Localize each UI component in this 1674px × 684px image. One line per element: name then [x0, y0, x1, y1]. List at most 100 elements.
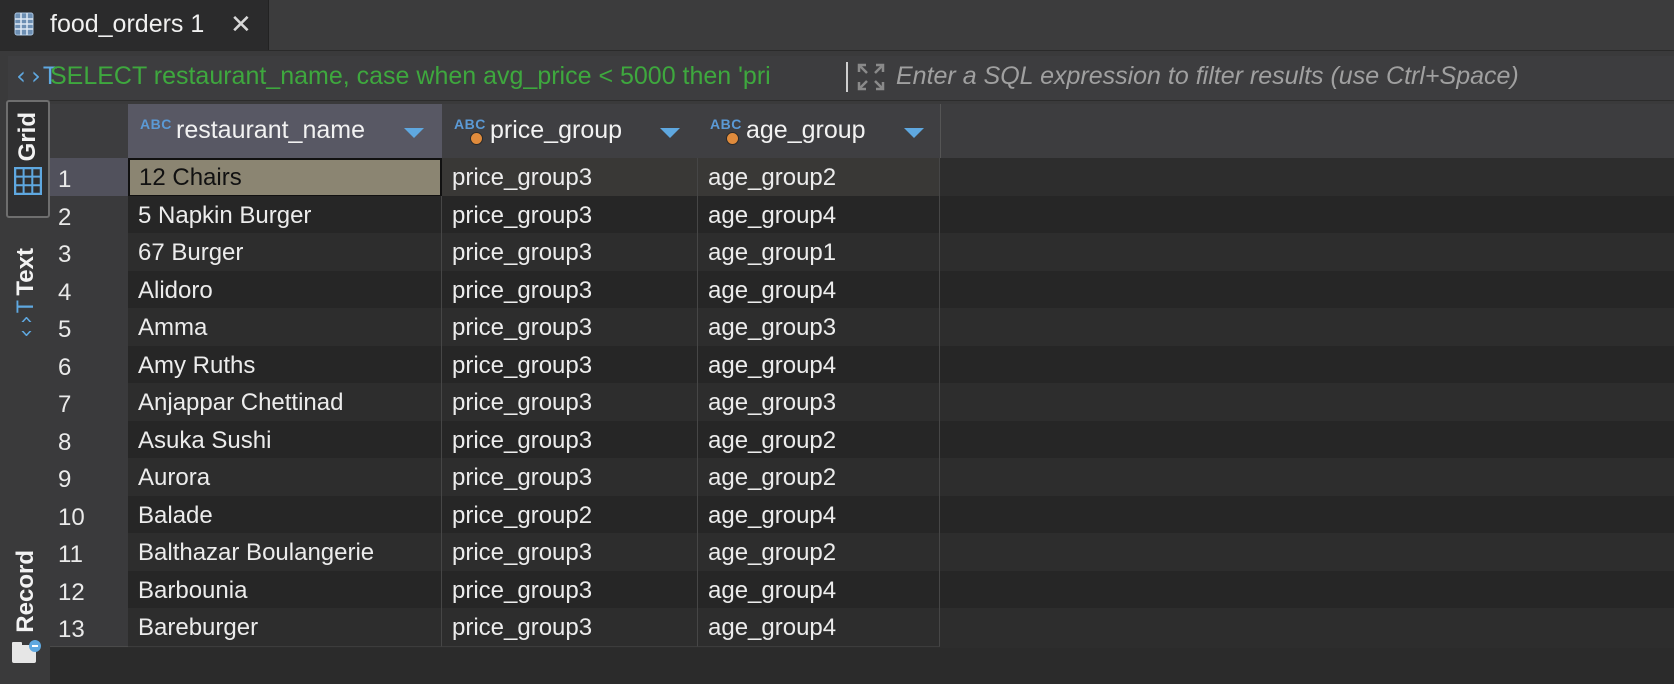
table-row[interactable]: 5 Amma price_group3 age_group3 — [50, 308, 1674, 348]
row-number[interactable]: 7 — [50, 383, 128, 422]
cell-age-group[interactable]: age_group2 — [698, 458, 940, 497]
cell-restaurant-name[interactable]: Amma — [128, 308, 442, 347]
cell-price-group[interactable]: price_group3 — [442, 608, 698, 647]
grid-corner[interactable] — [50, 104, 128, 158]
cell-price-group[interactable]: price_group3 — [442, 383, 698, 422]
cell-age-group[interactable]: age_group2 — [698, 533, 940, 572]
text-caret — [846, 62, 848, 92]
table-row[interactable]: 13 Bareburger price_group3 age_group4 — [50, 608, 1674, 648]
expand-icon[interactable] — [856, 62, 886, 92]
cell-restaurant-name[interactable]: Balade — [128, 495, 442, 535]
cell-restaurant-name[interactable]: 12 Chairs — [128, 158, 442, 197]
column-header-restaurant-name[interactable]: ABC restaurant_name — [128, 104, 443, 158]
table-row[interactable]: 1 12 Chairs price_group3 age_group2 — [50, 158, 1674, 198]
table-row[interactable]: 4 Alidoro price_group3 age_group4 — [50, 270, 1674, 311]
string-type-icon: ABC — [710, 116, 742, 132]
cell-price-group[interactable]: price_group3 — [442, 158, 698, 197]
column-title: age_group — [746, 116, 866, 144]
row-number[interactable]: 13 — [50, 608, 128, 647]
table-row[interactable]: 11 Balthazar Boulangerie price_group3 age_g… — [50, 533, 1674, 573]
row-number[interactable]: 8 — [50, 420, 128, 460]
table-row[interactable]: 6 Amy Ruths price_group3 age_group4 — [50, 345, 1674, 386]
tab-bar: food_orders 1 ✕ — [0, 0, 1674, 51]
cell-age-group[interactable]: age_group2 — [698, 420, 940, 460]
row-number[interactable]: 1 — [50, 158, 128, 197]
table-row[interactable]: 3 67 Burger price_group3 age_group1 — [50, 233, 1674, 273]
tab-record[interactable]: Record — [6, 550, 46, 678]
sql-query-text[interactable]: SELECT restaurant_name, case when avg_pr… — [50, 62, 840, 94]
cell-price-group[interactable]: price_group3 — [442, 570, 698, 610]
cell-price-group[interactable]: price_group3 — [442, 345, 698, 385]
filter-bar: ‹›T SELECT restaurant_name, case when av… — [8, 56, 1674, 101]
string-type-icon: ABC — [454, 116, 486, 132]
cell-age-group[interactable]: age_group3 — [698, 383, 940, 422]
cell-price-group[interactable]: price_group3 — [442, 533, 698, 572]
grid-icon — [14, 167, 42, 196]
cell-price-group[interactable]: price_group3 — [442, 195, 698, 235]
key-dot-icon — [726, 132, 739, 145]
cell-age-group[interactable]: age_group4 — [698, 495, 940, 535]
text-icon: ‹›T — [13, 299, 39, 340]
row-number[interactable]: 4 — [50, 270, 128, 310]
row-number[interactable]: 12 — [50, 570, 128, 610]
key-dot-icon — [470, 132, 483, 145]
table-row[interactable]: 7 Anjappar Chettinad price_group3 age_group… — [50, 383, 1674, 423]
table-icon — [14, 12, 34, 36]
table-row[interactable]: 9 Aurora price_group3 age_group2 — [50, 458, 1674, 498]
table-row[interactable]: 10 Balade price_group2 age_group4 — [50, 495, 1674, 536]
row-number[interactable]: 2 — [50, 195, 128, 235]
cell-price-group[interactable]: price_group3 — [442, 308, 698, 347]
cell-restaurant-name[interactable]: Anjappar Chettinad — [128, 383, 442, 422]
table-row[interactable]: 25 Napkin Burger price_group3 age_group4 — [50, 195, 1674, 236]
cell-age-group[interactable]: age_group3 — [698, 308, 940, 347]
tab-grid[interactable]: Grid — [6, 100, 50, 218]
cell-age-group[interactable]: age_group4 — [698, 570, 940, 610]
record-label: Record — [12, 550, 39, 633]
filter-input[interactable]: Enter a SQL expression to filter results… — [896, 62, 1519, 91]
cell-restaurant-name[interactable]: Alidoro — [128, 270, 442, 310]
sort-dropdown-icon[interactable] — [404, 128, 424, 138]
cell-age-group[interactable]: age_group2 — [698, 158, 940, 197]
sort-dropdown-icon[interactable] — [904, 128, 924, 138]
row-number[interactable]: 3 — [50, 233, 128, 272]
column-header-age-group[interactable]: ABC age_group — [698, 104, 941, 158]
record-icon — [12, 639, 41, 663]
tab-text[interactable]: Text ‹›T — [6, 248, 46, 348]
table-row[interactable]: 8 Asuka Sushi price_group3 age_group2 — [50, 420, 1674, 461]
column-title: restaurant_name — [176, 116, 366, 144]
tab-food-orders[interactable]: food_orders 1 ✕ — [0, 0, 269, 50]
cell-age-group[interactable]: age_group1 — [698, 233, 940, 272]
cell-restaurant-name[interactable]: Balthazar Boulangerie — [128, 533, 442, 572]
cell-restaurant-name[interactable]: Amy Ruths — [128, 345, 442, 385]
string-type-icon: ABC — [140, 116, 172, 132]
cell-restaurant-name[interactable]: 5 Napkin Burger — [128, 195, 442, 235]
cell-price-group[interactable]: price_group3 — [442, 270, 698, 310]
sort-dropdown-icon[interactable] — [660, 128, 680, 138]
close-icon[interactable]: ✕ — [230, 11, 252, 37]
row-number[interactable]: 11 — [50, 533, 128, 572]
cell-price-group[interactable]: price_group3 — [442, 458, 698, 497]
cell-age-group[interactable]: age_group4 — [698, 195, 940, 235]
row-number[interactable]: 9 — [50, 458, 128, 497]
cell-age-group[interactable]: age_group4 — [698, 345, 940, 385]
cell-price-group[interactable]: price_group3 — [442, 233, 698, 272]
cell-age-group[interactable]: age_group4 — [698, 270, 940, 310]
cell-price-group[interactable]: price_group2 — [442, 495, 698, 535]
cell-restaurant-name[interactable]: Aurora — [128, 458, 442, 497]
row-number[interactable]: 5 — [50, 308, 128, 347]
cell-restaurant-name[interactable]: Bareburger — [128, 608, 442, 647]
row-number[interactable]: 10 — [50, 495, 128, 535]
tab-title: food_orders 1 — [50, 10, 205, 38]
column-header-price-group[interactable]: ABC price_group — [442, 104, 699, 158]
cell-price-group[interactable]: price_group3 — [442, 420, 698, 460]
row-number[interactable]: 6 — [50, 345, 128, 385]
cell-restaurant-name[interactable]: 67 Burger — [128, 233, 442, 272]
results-grid: ABC restaurant_name ABC price_group ABC … — [50, 104, 1674, 684]
cell-restaurant-name[interactable]: Barbounia — [128, 570, 442, 610]
header-row: ABC restaurant_name ABC price_group ABC … — [50, 104, 1674, 159]
table-row[interactable]: 12 Barbounia price_group3 age_group4 — [50, 570, 1674, 611]
grid-label: Grid — [14, 112, 41, 162]
view-mode-panel: Grid Text ‹›T Record — [0, 100, 50, 684]
cell-age-group[interactable]: age_group4 — [698, 608, 940, 647]
cell-restaurant-name[interactable]: Asuka Sushi — [128, 420, 442, 460]
